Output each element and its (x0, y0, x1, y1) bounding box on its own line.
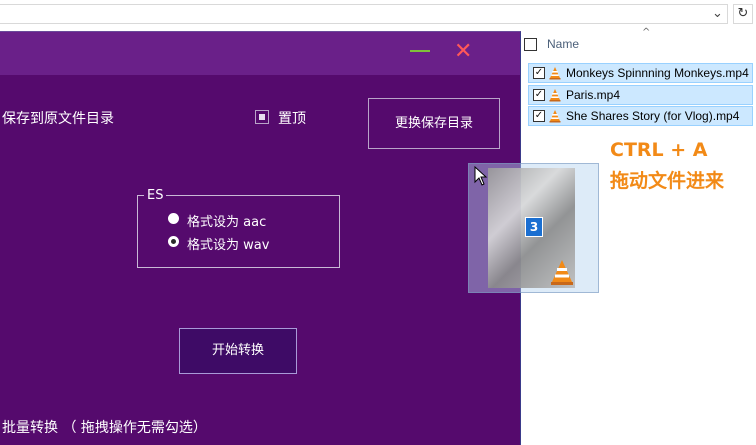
vlc-cone-icon (549, 89, 561, 102)
chevron-down-icon[interactable]: ⌄ (712, 6, 723, 21)
vlc-cone-icon (549, 67, 561, 80)
aac-radio[interactable] (168, 213, 179, 224)
mouse-cursor-icon (474, 166, 488, 186)
vlc-cone-icon (549, 110, 561, 123)
column-header-name[interactable]: Name (547, 37, 579, 51)
sort-caret-icon: ^ (642, 27, 651, 38)
always-on-top-label[interactable]: 置顶 (278, 108, 306, 128)
aac-option-label[interactable]: 格式设为 aac (187, 211, 266, 230)
minimize-icon[interactable] (410, 50, 430, 52)
start-convert-button[interactable]: 开始转换 (179, 328, 297, 374)
title-bar[interactable]: ✕ (0, 32, 520, 75)
save-to-original-dir-label[interactable]: 保存到原文件目录 (2, 108, 114, 128)
always-on-top-checkbox[interactable] (255, 110, 269, 124)
file-checkbox[interactable]: ✓ (533, 67, 545, 79)
address-bar[interactable] (0, 4, 728, 24)
file-checkbox[interactable]: ✓ (533, 110, 545, 122)
wav-radio[interactable] (168, 236, 179, 247)
vlc-cone-icon (551, 260, 573, 285)
select-all-checkbox[interactable] (524, 38, 537, 51)
hint-ctrl-a: CTRL + A (610, 139, 708, 161)
converter-window: ✕ 保存到原文件目录 置顶 更换保存目录 ES 格式设为 aac 格式设为 wa… (0, 31, 521, 445)
file-name: She Shares Story (for Vlog).mp4 (566, 109, 740, 123)
file-checkbox[interactable]: ✓ (533, 89, 545, 101)
refresh-icon[interactable]: ↻ (733, 4, 753, 24)
file-row[interactable]: ✓ Paris.mp4 (528, 85, 753, 105)
file-name: Monkeys Spinnning Monkeys.mp4 (566, 66, 749, 80)
hint-drag-files: 拖动文件进来 (610, 170, 725, 192)
batch-convert-label: 批量转换 （ 拖拽操作无需勾选） (2, 420, 207, 436)
file-row[interactable]: ✓ Monkeys Spinnning Monkeys.mp4 (528, 63, 753, 83)
file-name: Paris.mp4 (566, 88, 621, 102)
wav-option-label[interactable]: 格式设为 wav (187, 234, 269, 253)
change-save-dir-button[interactable]: 更换保存目录 (368, 98, 500, 149)
close-icon[interactable]: ✕ (454, 39, 472, 64)
es-group-legend: ES (144, 188, 167, 203)
file-row[interactable]: ✓ She Shares Story (for Vlog).mp4 (528, 106, 753, 126)
es-format-group (137, 195, 340, 268)
drag-count-badge: 3 (525, 217, 543, 237)
